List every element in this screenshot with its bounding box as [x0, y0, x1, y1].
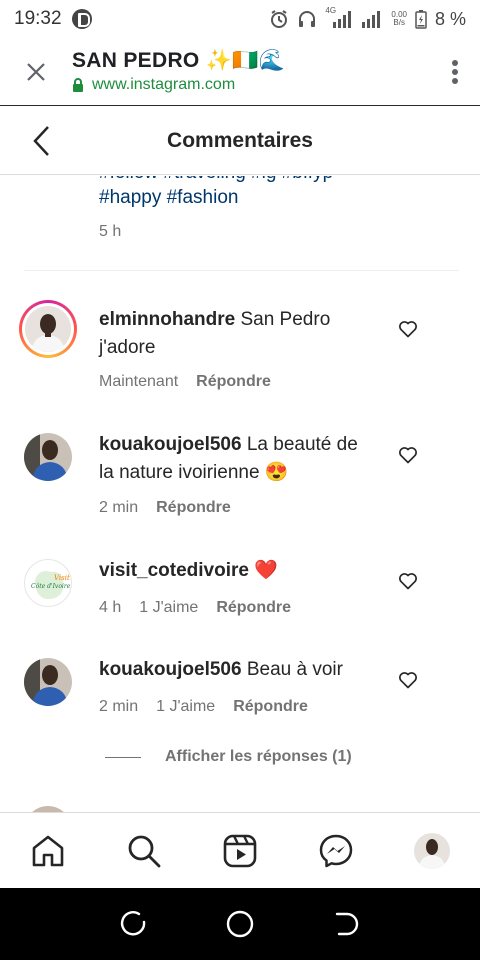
- page-url: www.instagram.com: [92, 76, 236, 93]
- nav-messenger[interactable]: [306, 821, 366, 881]
- reels-icon: [223, 834, 257, 867]
- cell-signal-2-icon: [362, 11, 381, 28]
- caption-hashtags-partial[interactable]: #follow #traveling #ig #bffyp: [99, 176, 333, 184]
- comment-meta: 2 min Répondre: [99, 499, 231, 517]
- comment-username[interactable]: kouakoujoel506: [99, 434, 242, 455]
- headphones-icon: [299, 11, 316, 27]
- view-replies-line: [105, 756, 141, 758]
- chevron-left-icon: [33, 126, 49, 156]
- comments-list[interactable]: #follow #traveling #ig #bffyp #happy #fa…: [0, 176, 480, 812]
- profile-avatar: [414, 832, 450, 869]
- reply-button[interactable]: Répondre: [196, 373, 271, 391]
- back-button[interactable]: [22, 121, 62, 161]
- comment-username[interactable]: visit_cotedivoire: [99, 560, 249, 581]
- reply-button[interactable]: Répondre: [156, 499, 231, 517]
- comment-meta: 2 min 1 J'aime Répondre: [99, 698, 308, 716]
- comment-time: 4 h: [99, 599, 122, 616]
- search-icon: [128, 835, 161, 867]
- nav-search[interactable]: [114, 821, 174, 881]
- heart-outline-icon[interactable]: [398, 670, 418, 690]
- comment-likes[interactable]: 1 J'aime: [156, 698, 215, 716]
- recents-icon: [121, 911, 146, 936]
- comment-text: kouakoujoel506 Beau à voir: [99, 656, 369, 684]
- tab-title-block: SAN PEDRO ✨🇨🇮🌊 www.instagram.com: [72, 49, 430, 94]
- comment-time: Maintenant: [99, 373, 179, 390]
- view-replies-label: Afficher les réponses (1): [165, 748, 352, 765]
- more-vertical-icon: [452, 59, 458, 84]
- page-title: SAN PEDRO ✨🇨🇮🌊: [72, 49, 286, 72]
- heart-outline-icon[interactable]: [398, 319, 418, 339]
- caption-divider: [24, 270, 459, 271]
- comment-likes[interactable]: 1 J'aime: [139, 599, 198, 617]
- comments-header: Commentaires: [0, 107, 480, 175]
- cell-signal-1-icon: 4G: [325, 6, 353, 29]
- heart-outline-icon[interactable]: [398, 445, 418, 465]
- comment-body: Beau à voir: [246, 659, 343, 680]
- logo-text-top: Visit: [54, 574, 70, 582]
- view-replies-button[interactable]: Afficher les réponses (1): [105, 748, 352, 766]
- battery-percent: 8 %: [434, 8, 466, 29]
- comment-meta: Maintenant Répondre: [99, 373, 271, 391]
- comment-username[interactable]: kouakoujoel506: [99, 659, 242, 680]
- comment-text: kouakoujoel506 La beauté de la nature iv…: [99, 431, 369, 487]
- header-title: Commentaires: [167, 128, 313, 152]
- close-tab-button[interactable]: [0, 38, 72, 106]
- avatar[interactable]: Visit Côte d'Ivoire: [24, 559, 72, 607]
- avatar[interactable]: [24, 433, 72, 481]
- comment-time: 2 min: [99, 698, 139, 715]
- messenger-icon: [319, 834, 353, 867]
- comment-meta: 4 h 1 J'aime Répondre: [99, 599, 291, 617]
- comment-username[interactable]: elminnohandre: [99, 309, 235, 330]
- status-indicators: 4G 0.00 B/s 8 %: [269, 6, 466, 30]
- home-button[interactable]: [220, 904, 260, 944]
- avatar[interactable]: [24, 658, 72, 706]
- speed-unit: B/s: [393, 18, 405, 27]
- caption-hashtags[interactable]: #happy #fashion: [99, 187, 238, 209]
- battery-charging-icon: [415, 10, 427, 29]
- story-ring[interactable]: [19, 300, 77, 358]
- comment-text: visit_cotedivoire ❤️: [99, 557, 369, 585]
- nav-home[interactable]: [18, 821, 78, 881]
- home-circle-icon: [226, 910, 254, 938]
- custom-tab-toolbar: SAN PEDRO ✨🇨🇮🌊 www.instagram.com: [0, 38, 480, 106]
- recents-button[interactable]: [113, 904, 153, 944]
- comment-time: 2 min: [99, 499, 139, 516]
- alarm-icon: [271, 10, 288, 28]
- overflow-menu-button[interactable]: [430, 38, 480, 106]
- close-icon: [27, 62, 45, 81]
- nav-reels[interactable]: [210, 821, 270, 881]
- network-speed: 0.00 B/s: [391, 11, 407, 27]
- bottom-navigation: [0, 812, 480, 888]
- avatar: [25, 306, 71, 352]
- back-nav-icon: [335, 912, 358, 936]
- system-navigation-bar: [0, 888, 480, 960]
- app-notification-icon: [71, 9, 92, 29]
- comment-body: ❤️: [254, 560, 278, 581]
- caption-time: 5 h: [99, 223, 122, 240]
- heart-outline-icon[interactable]: [398, 571, 418, 591]
- nav-profile[interactable]: [402, 821, 462, 881]
- home-icon: [32, 835, 64, 866]
- logo-text: Côte d'Ivoire: [31, 583, 71, 590]
- reply-button[interactable]: Répondre: [233, 698, 308, 716]
- reply-button[interactable]: Répondre: [216, 599, 291, 617]
- comment-text: elminnohandre San Pedro j'adore: [99, 306, 369, 362]
- url-row[interactable]: www.instagram.com: [72, 76, 430, 94]
- back-nav-button[interactable]: [327, 904, 367, 944]
- status-bar: 19:32 4G 0.00 B/s 8 %: [0, 0, 480, 38]
- status-time: 19:32: [14, 8, 62, 29]
- lock-icon: [73, 78, 83, 92]
